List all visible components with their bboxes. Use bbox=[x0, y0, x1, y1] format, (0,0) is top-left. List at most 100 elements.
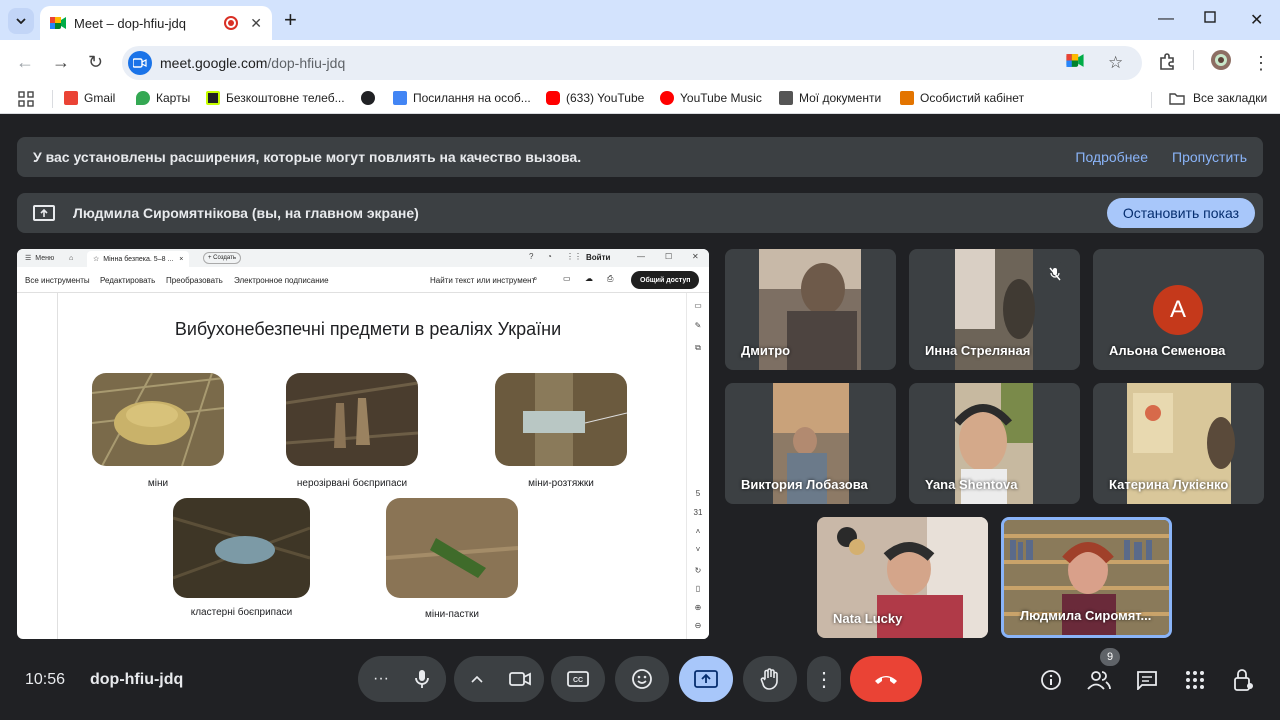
maximize-icon[interactable]: ☐ bbox=[665, 252, 672, 261]
caption-unexploded-ordnance: нерозірвані боєприпаси bbox=[296, 478, 408, 489]
bookmark-label: Особистий кабінет bbox=[920, 91, 1025, 105]
learn-more-link[interactable]: Подробнее bbox=[1075, 149, 1148, 165]
pdf-doc-tab-title: Мінна безпека. 5–8 ... bbox=[103, 255, 174, 263]
bookmark-label: Безкоштовне телеб... bbox=[226, 91, 345, 105]
more-options-button[interactable]: ⋮ bbox=[807, 656, 841, 702]
all-bookmarks[interactable]: Все закладки bbox=[1169, 91, 1267, 105]
leave-call-button[interactable] bbox=[850, 656, 922, 702]
close-icon[interactable]: ✕ bbox=[692, 252, 699, 261]
minimize-window-icon[interactable]: — bbox=[1158, 10, 1174, 28]
pdf-login-button[interactable]: Войти bbox=[586, 253, 610, 262]
browser-toolbar: ← → ↻ meet.google.com/dop-hfiu-jdq ☆ ⋮ bbox=[0, 40, 1280, 86]
bookmarks-divider bbox=[1151, 92, 1152, 108]
search-icon[interactable]: ⌕ bbox=[533, 274, 537, 284]
forward-button[interactable]: → bbox=[52, 52, 70, 72]
participant-tile[interactable]: Nata Lucky bbox=[817, 517, 988, 638]
minimize-icon[interactable]: — bbox=[637, 252, 645, 261]
url-host: meet.google.com bbox=[160, 55, 268, 71]
chevron-down-icon[interactable]: ˅ bbox=[692, 545, 704, 554]
browser-tab-meet[interactable]: Meet – dop-hfiu-jdq ✕ bbox=[40, 6, 272, 40]
tab-search-button[interactable] bbox=[8, 8, 34, 34]
people-button[interactable] bbox=[1086, 667, 1112, 693]
pdf-right-rail: ▭ ✎ ⧉ 5 31 ˄ ˅ ↻ ▯ ⊕ ⊖ bbox=[686, 293, 709, 639]
back-button[interactable]: ← bbox=[16, 52, 34, 72]
zoom-in-icon[interactable]: ⊕ bbox=[692, 603, 704, 612]
hand-icon bbox=[760, 668, 778, 690]
chevron-up-icon[interactable] bbox=[471, 670, 483, 688]
bookmark-star-icon[interactable]: ☆ bbox=[1108, 53, 1123, 73]
lock-person-icon bbox=[1234, 669, 1253, 691]
print-icon[interactable]: ⎙ bbox=[607, 274, 613, 284]
copy-icon[interactable]: ⧉ bbox=[692, 343, 704, 353]
mic-options-icon[interactable]: ··· bbox=[373, 670, 389, 688]
mic-button[interactable] bbox=[398, 656, 446, 702]
close-window-icon[interactable]: ✕ bbox=[1250, 10, 1263, 30]
pdf-doc-tab[interactable]: ☆ Мінна безпека. 5–8 ... × bbox=[87, 251, 190, 267]
more-vert-icon: ⋮ bbox=[814, 668, 834, 691]
menu-icon[interactable]: ☰ bbox=[25, 254, 31, 262]
bookmark-globe[interactable] bbox=[361, 91, 381, 105]
close-tab-icon[interactable]: ✕ bbox=[250, 15, 262, 32]
bookmark-maps[interactable]: Карты bbox=[136, 91, 190, 105]
present-now-button[interactable] bbox=[679, 656, 733, 702]
apps-grid-icon[interactable]: ⋮⋮ bbox=[566, 252, 582, 261]
bookmark-my-docs[interactable]: Мої документи bbox=[779, 91, 881, 105]
participant-tile-self[interactable]: Людмила Сиромят... bbox=[1001, 517, 1172, 638]
bookmark-cabinet[interactable]: Особистий кабінет bbox=[900, 91, 1024, 105]
participant-tile[interactable]: Катерина Лукієнко bbox=[1093, 383, 1264, 504]
zoom-out-icon[interactable]: ⊖ bbox=[692, 621, 704, 630]
pdf-tool-all[interactable]: Все инструменты bbox=[25, 276, 90, 285]
stop-presenting-button[interactable]: Остановить показ bbox=[1106, 198, 1255, 228]
bookmark-gmail[interactable]: Gmail bbox=[64, 91, 115, 105]
pdf-tool-convert[interactable]: Преобразовать bbox=[166, 276, 223, 285]
participant-tile[interactable]: Инна Стреляная bbox=[909, 249, 1080, 370]
upload-cloud-icon[interactable]: ☁ bbox=[585, 274, 593, 283]
pdf-search-input[interactable]: Найти текст или инструмент bbox=[430, 276, 535, 285]
pdf-tool-esign[interactable]: Электронное подписание bbox=[234, 276, 329, 285]
dismiss-link[interactable]: Пропустить bbox=[1172, 149, 1247, 165]
bookmark-youtube[interactable]: (633) YouTube bbox=[546, 91, 644, 105]
pdf-share-button[interactable]: Общий доступ bbox=[631, 271, 700, 289]
profile-avatar[interactable] bbox=[1210, 49, 1232, 76]
extensions-puzzle-icon[interactable] bbox=[1158, 53, 1176, 76]
refresh-icon[interactable]: ↻ bbox=[692, 566, 704, 575]
notification-bell-icon[interactable]: ◔ bbox=[547, 252, 552, 261]
raise-hand-button[interactable] bbox=[743, 656, 797, 702]
address-bar[interactable]: meet.google.com/dop-hfiu-jdq bbox=[122, 46, 1142, 80]
pdf-create-button[interactable]: + Создать bbox=[203, 252, 241, 264]
tab-title: Meet – dop-hfiu-jdq bbox=[74, 15, 187, 31]
comment-icon[interactable]: ▭ bbox=[692, 301, 704, 310]
camera-button[interactable] bbox=[496, 656, 544, 702]
apps-grid-icon[interactable] bbox=[18, 91, 34, 107]
participant-tile[interactable]: Yana Shentova bbox=[909, 383, 1080, 504]
meeting-details-button[interactable] bbox=[1038, 667, 1064, 693]
save-icon[interactable]: ▭ bbox=[563, 274, 571, 283]
site-info-icon[interactable] bbox=[128, 51, 152, 75]
chat-button[interactable] bbox=[1134, 667, 1160, 693]
captions-button[interactable]: CC bbox=[551, 656, 605, 702]
home-icon[interactable]: ⌂ bbox=[69, 255, 73, 262]
participant-tile[interactable]: A Альона Семенова bbox=[1093, 249, 1264, 370]
meet-extension-icon[interactable] bbox=[1066, 53, 1084, 73]
pdf-tool-edit[interactable]: Редактировать bbox=[100, 276, 155, 285]
bookmarks-divider bbox=[52, 90, 53, 108]
chevron-up-icon[interactable]: ˄ bbox=[692, 527, 704, 536]
host-controls-button[interactable] bbox=[1231, 667, 1257, 693]
activities-button[interactable] bbox=[1182, 667, 1208, 693]
meeting-code[interactable]: dop-hfiu-jdq bbox=[90, 671, 183, 689]
edit-icon[interactable]: ✎ bbox=[692, 321, 704, 330]
participant-tile[interactable]: Дмитро bbox=[725, 249, 896, 370]
participant-tile[interactable]: Виктория Лобазова bbox=[725, 383, 896, 504]
chrome-menu-icon[interactable]: ⋮ bbox=[1252, 53, 1270, 74]
maximize-window-icon[interactable] bbox=[1204, 10, 1216, 28]
page-icon[interactable]: ▯ bbox=[692, 584, 704, 593]
reload-button[interactable]: ↻ bbox=[88, 52, 103, 72]
help-icon[interactable]: ? bbox=[529, 252, 533, 261]
pdf-menu-label[interactable]: Меню bbox=[35, 255, 54, 262]
bookmark-youtube-music[interactable]: YouTube Music bbox=[660, 91, 762, 105]
close-icon[interactable]: × bbox=[179, 256, 183, 263]
reactions-button[interactable] bbox=[615, 656, 669, 702]
new-tab-button[interactable]: + bbox=[284, 9, 297, 31]
bookmark-docs-link[interactable]: Посилання на особ... bbox=[393, 91, 531, 105]
bookmark-free-tv[interactable]: Безкоштовне телеб... bbox=[206, 91, 345, 105]
